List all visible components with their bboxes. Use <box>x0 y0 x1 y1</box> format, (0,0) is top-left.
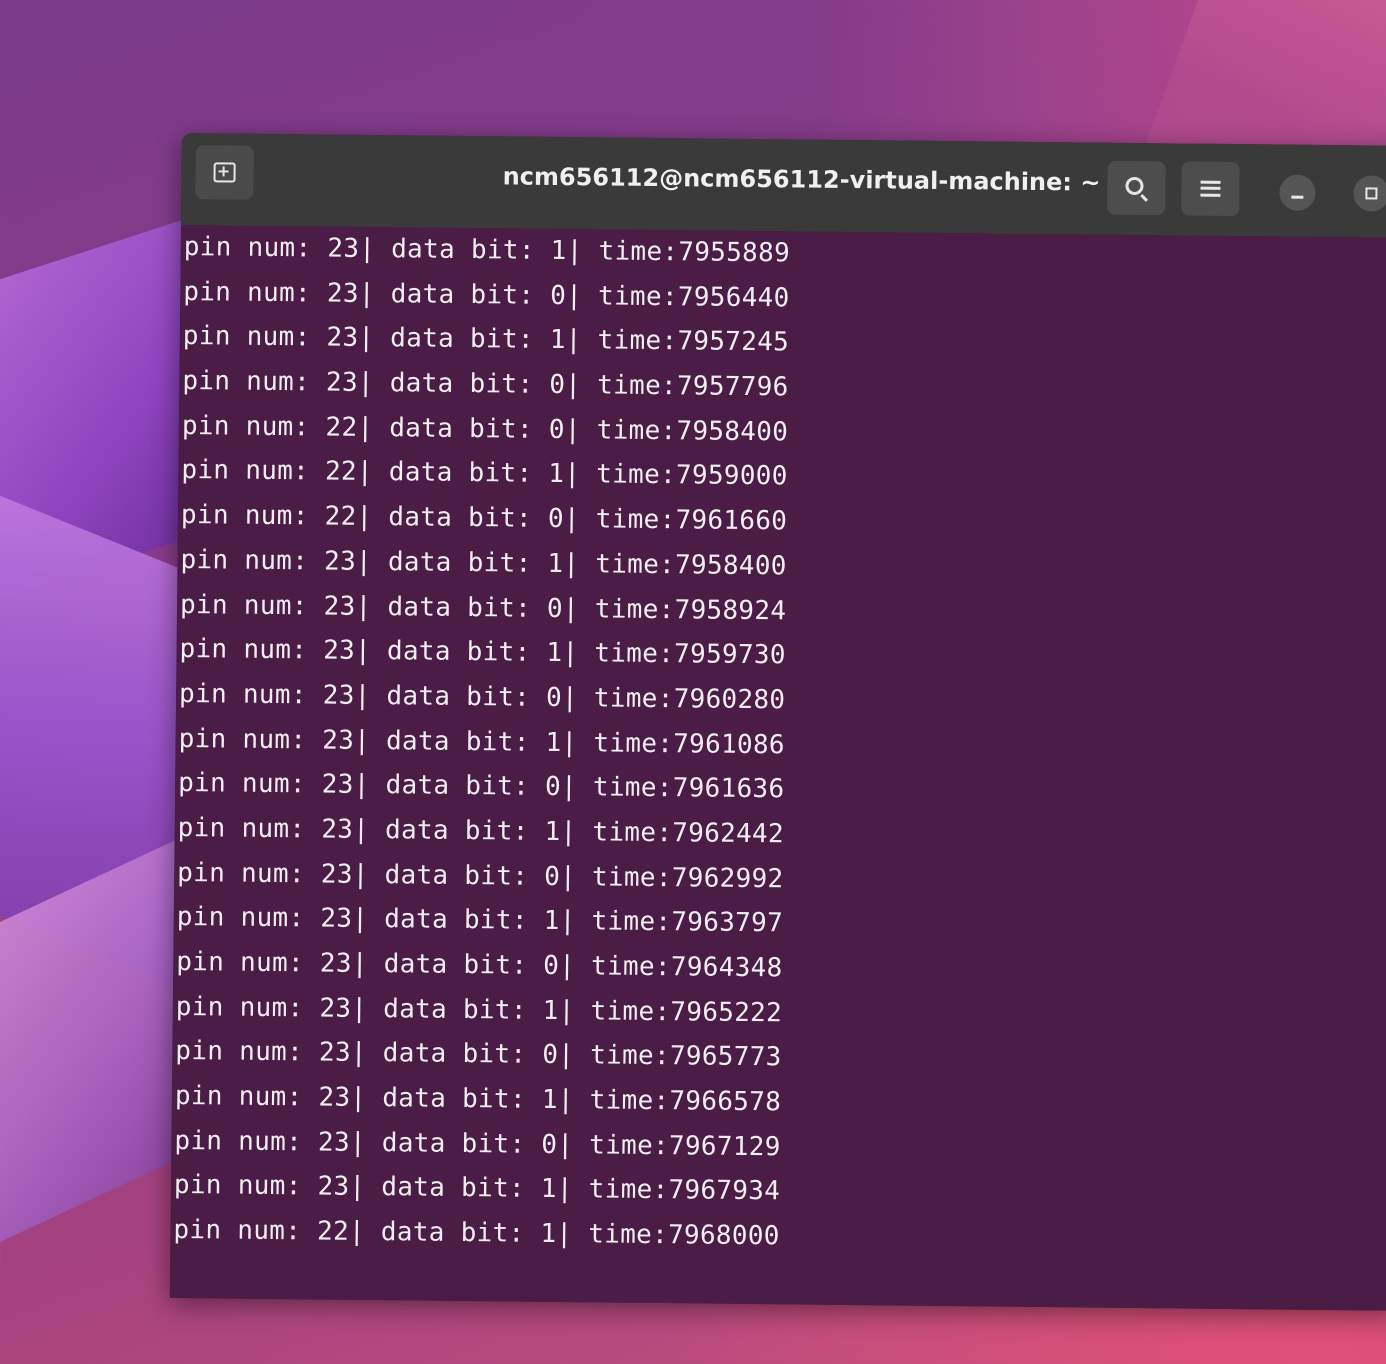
new-tab-button[interactable] <box>195 145 254 200</box>
menu-button[interactable] <box>1181 161 1240 217</box>
headerbar: ncm656112@ncm656112-virtual-machine: ~ <box>181 133 1386 239</box>
search-button[interactable] <box>1107 160 1166 216</box>
wallpaper-shape <box>1139 0 1386 160</box>
minimize-icon <box>1291 195 1304 199</box>
window-title: ncm656112@ncm656112-virtual-machine: ~ <box>502 162 1101 197</box>
hamburger-menu-icon <box>1200 180 1221 197</box>
terminal-window: ncm656112@ncm656112-virtual-machine: ~ p… <box>169 133 1386 1311</box>
terminal-output[interactable]: pin num: 23| data bit: 1| time:7955889 p… <box>169 224 1386 1311</box>
new-tab-icon <box>213 162 236 183</box>
maximize-button[interactable] <box>1353 175 1386 212</box>
search-icon <box>1125 176 1144 196</box>
maximize-icon <box>1365 187 1378 200</box>
wallpaper-shape <box>0 471 180 989</box>
minimize-button[interactable] <box>1279 174 1316 211</box>
